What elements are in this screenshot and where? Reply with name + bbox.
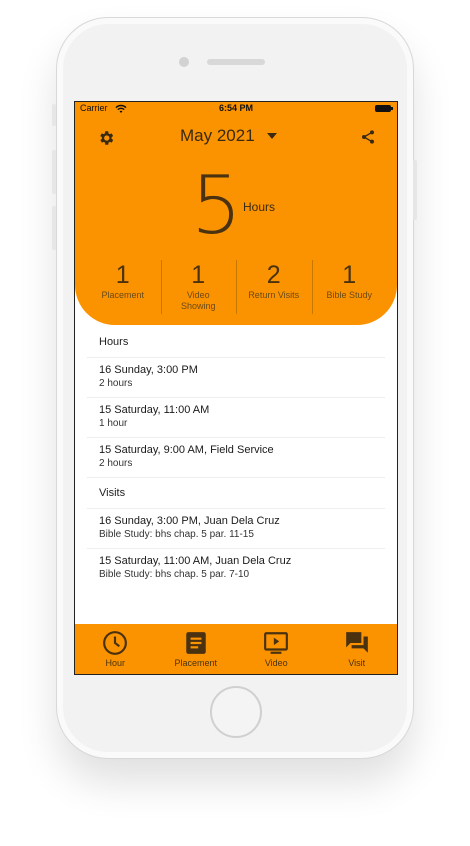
item-subtitle: Bible Study: bhs chap. 5 par. 11-15: [99, 529, 254, 540]
volume-up-button: [52, 150, 56, 194]
status-bar: Carrier 6:54 PM: [75, 102, 397, 116]
share-icon[interactable]: [360, 129, 376, 145]
mute-switch: [52, 104, 56, 126]
month-label: May 2021: [180, 126, 255, 145]
tab-label: Video: [264, 658, 288, 668]
video-icon: [264, 632, 289, 654]
total-hours-label: Hours: [243, 200, 276, 214]
total-hours-value: 5: [191, 159, 242, 252]
item-subtitle: 1 hour: [99, 418, 128, 429]
list-item[interactable]: 15 Saturday, 11:00 AM 1 hour: [87, 398, 385, 438]
item-subtitle: Bible Study: bhs chap. 5 par. 7-10: [99, 569, 250, 580]
app-screen: Carrier 6:54 PM May 2021 5 Hours 1 Place…: [74, 101, 398, 675]
chat-icon: [345, 632, 368, 653]
stat-value: 1: [115, 261, 130, 289]
speaker-grille: [207, 59, 265, 65]
battery-icon: [375, 105, 393, 112]
status-time: 6:54 PM: [218, 103, 253, 113]
item-title: 15 Saturday, 9:00 AM, Field Service: [99, 444, 274, 456]
stat-value: 2: [266, 261, 281, 289]
stats-row: 1 Placement 1 Video Showing 2 Return Vis…: [85, 260, 387, 316]
item-subtitle: 2 hours: [99, 378, 133, 389]
clock-icon: [103, 631, 128, 655]
stat-label: Bible Study: [326, 290, 373, 300]
stat-value: 1: [342, 261, 357, 289]
stat-label: Return Visits: [248, 290, 300, 300]
power-button: [413, 160, 417, 220]
stat-label: Video Showing: [180, 290, 216, 311]
document-icon: [186, 632, 206, 654]
tab-label: Visit: [348, 658, 366, 668]
stat-label: Placement: [101, 290, 145, 300]
volume-down-button: [52, 206, 56, 250]
tab-label: Placement: [174, 658, 218, 668]
stat-placement[interactable]: 1 Placement: [85, 260, 161, 316]
stat-return-visits[interactable]: 2 Return Visits: [236, 260, 312, 316]
activity-list: Hours 16 Sunday, 3:00 PM 2 hours 15 Satu…: [87, 327, 385, 588]
stat-video-showing[interactable]: 1 Video Showing: [160, 260, 237, 316]
section-header-hours: Hours: [87, 327, 385, 358]
section-header-visits: Visits: [87, 478, 385, 509]
list-item[interactable]: 15 Saturday, 9:00 AM, Field Service 2 ho…: [87, 438, 385, 478]
item-title: 15 Saturday, 11:00 AM: [99, 404, 210, 416]
tab-video[interactable]: Video: [236, 624, 317, 674]
tab-hour[interactable]: Hour: [75, 624, 156, 674]
settings-gear-icon[interactable]: [97, 129, 115, 147]
stat-value: 1: [191, 261, 206, 289]
tab-visit[interactable]: Visit: [317, 624, 398, 674]
list-item[interactable]: 16 Sunday, 3:00 PM 2 hours: [87, 358, 385, 398]
item-title: 16 Sunday, 3:00 PM: [99, 364, 198, 376]
stat-bible-study[interactable]: 1 Bible Study: [311, 260, 388, 316]
front-camera: [179, 57, 189, 67]
tab-placement[interactable]: Placement: [156, 624, 237, 674]
tab-bar: Hour Placement Video Visit: [75, 624, 397, 674]
home-button[interactable]: [210, 686, 262, 738]
item-title: 16 Sunday, 3:00 PM, Juan Dela Cruz: [99, 515, 280, 527]
item-subtitle: 2 hours: [99, 458, 133, 469]
item-title: 15 Saturday, 11:00 AM, Juan Dela Cruz: [99, 555, 292, 567]
tab-label: Hour: [105, 658, 125, 668]
list-item[interactable]: 16 Sunday, 3:00 PM, Juan Dela Cruz Bible…: [87, 509, 385, 549]
chevron-down-icon: [266, 133, 277, 139]
month-selector[interactable]: May 2021: [180, 126, 277, 146]
list-item[interactable]: 15 Saturday, 11:00 AM, Juan Dela Cruz Bi…: [87, 549, 385, 588]
